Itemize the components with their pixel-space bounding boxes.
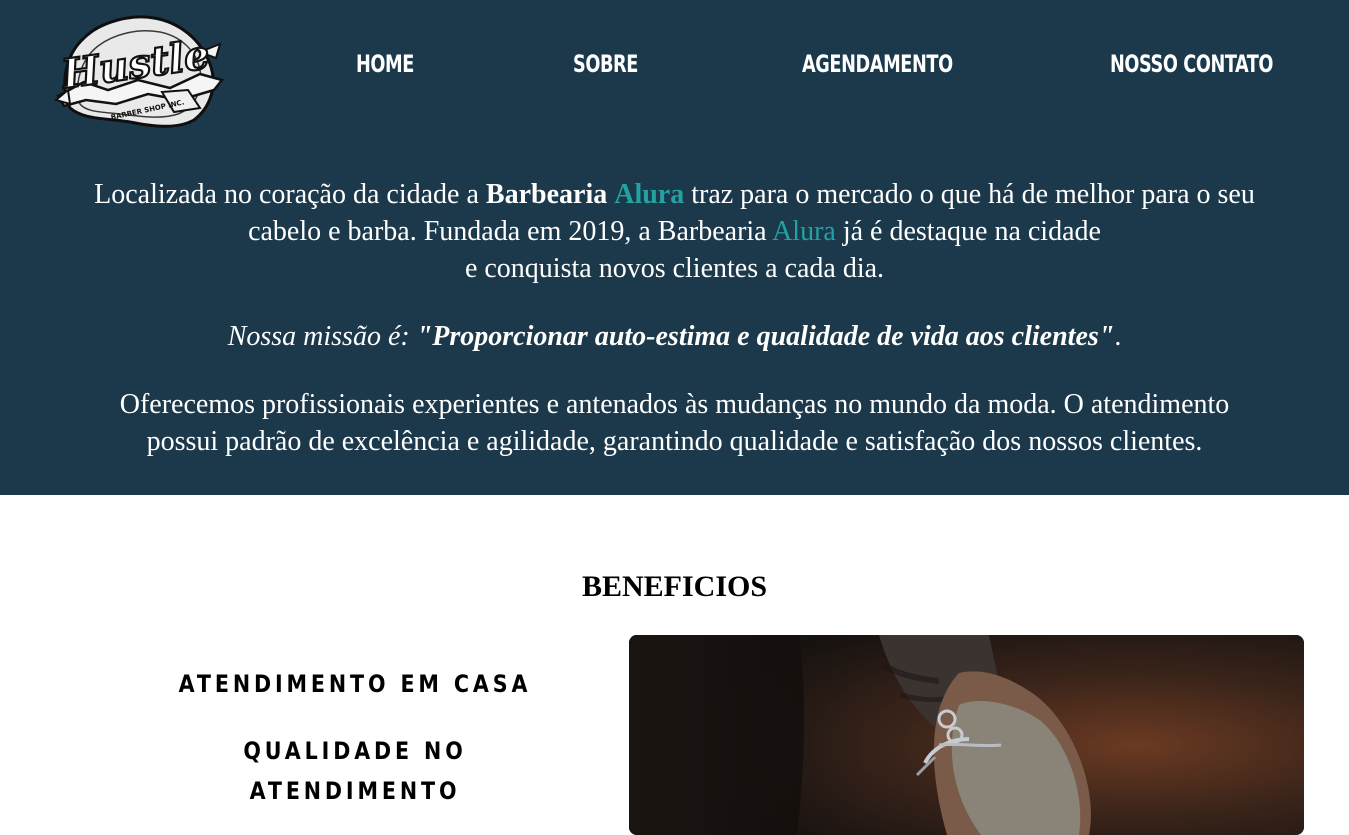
about-services-text: possui padrão de excelência e agilidade,… — [146, 426, 1203, 457]
brand-barbearia: Barbearia — [485, 179, 608, 210]
nav-nosso-contato[interactable]: NOSSO CONTATO — [1110, 50, 1273, 78]
about-services-text: Oferecemos profissionais experientes e a… — [119, 389, 1230, 420]
nav-sobre[interactable]: SOBRE — [573, 50, 638, 78]
main-nav: HOME SOBRE AGENDAMENTO NOSSO CONTATO — [0, 50, 1349, 86]
about-section: Localizada no coração da cidade a Barbea… — [0, 176, 1349, 460]
about-intro-text: cabelo e barba. Fundada em 2019, a Barbe… — [248, 216, 773, 247]
mission-statement: Nossa missão é: "Proporcionar auto-estim… — [0, 318, 1349, 355]
about-intro-text: e conquista novos clientes a cada dia. — [464, 253, 885, 284]
brand-alura-inline: Alura — [772, 216, 836, 247]
about-intro-text: traz para o mercado o que há de melhor p… — [684, 179, 1255, 210]
benefit-item: ATENDIMENTO EM CASA — [178, 670, 532, 698]
about-intro-text: Localizada no coração da cidade a — [94, 179, 486, 210]
about-intro-text: já é destaque na cidade — [835, 216, 1101, 247]
benefits-list: ATENDIMENTO EM CASA QUALIDADE NO ATENDIM… — [140, 664, 570, 805]
barber-photo-icon — [629, 635, 1304, 835]
mission-label: Nossa missão é: — [227, 321, 417, 352]
about-intro: Localizada no coração da cidade a Barbea… — [0, 176, 1349, 287]
nav-agendamento[interactable]: AGENDAMENTO — [802, 50, 953, 78]
beneficios-title: BENEFICIOS — [581, 570, 768, 603]
brand-alura: Alura — [614, 179, 685, 210]
about-services: Oferecemos profissionais experientes e a… — [0, 386, 1349, 460]
page-header: Hustle BARBER SHOP INC. HOME SOBRE AGEND… — [0, 0, 1349, 495]
nav-home[interactable]: HOME — [356, 50, 414, 78]
mission-end: . — [1114, 321, 1122, 352]
benefit-item: QUALIDADE NO ATENDIMENTO — [243, 737, 467, 805]
mission-quote: "Proporcionar auto-estima e qualidade de… — [416, 321, 1115, 352]
